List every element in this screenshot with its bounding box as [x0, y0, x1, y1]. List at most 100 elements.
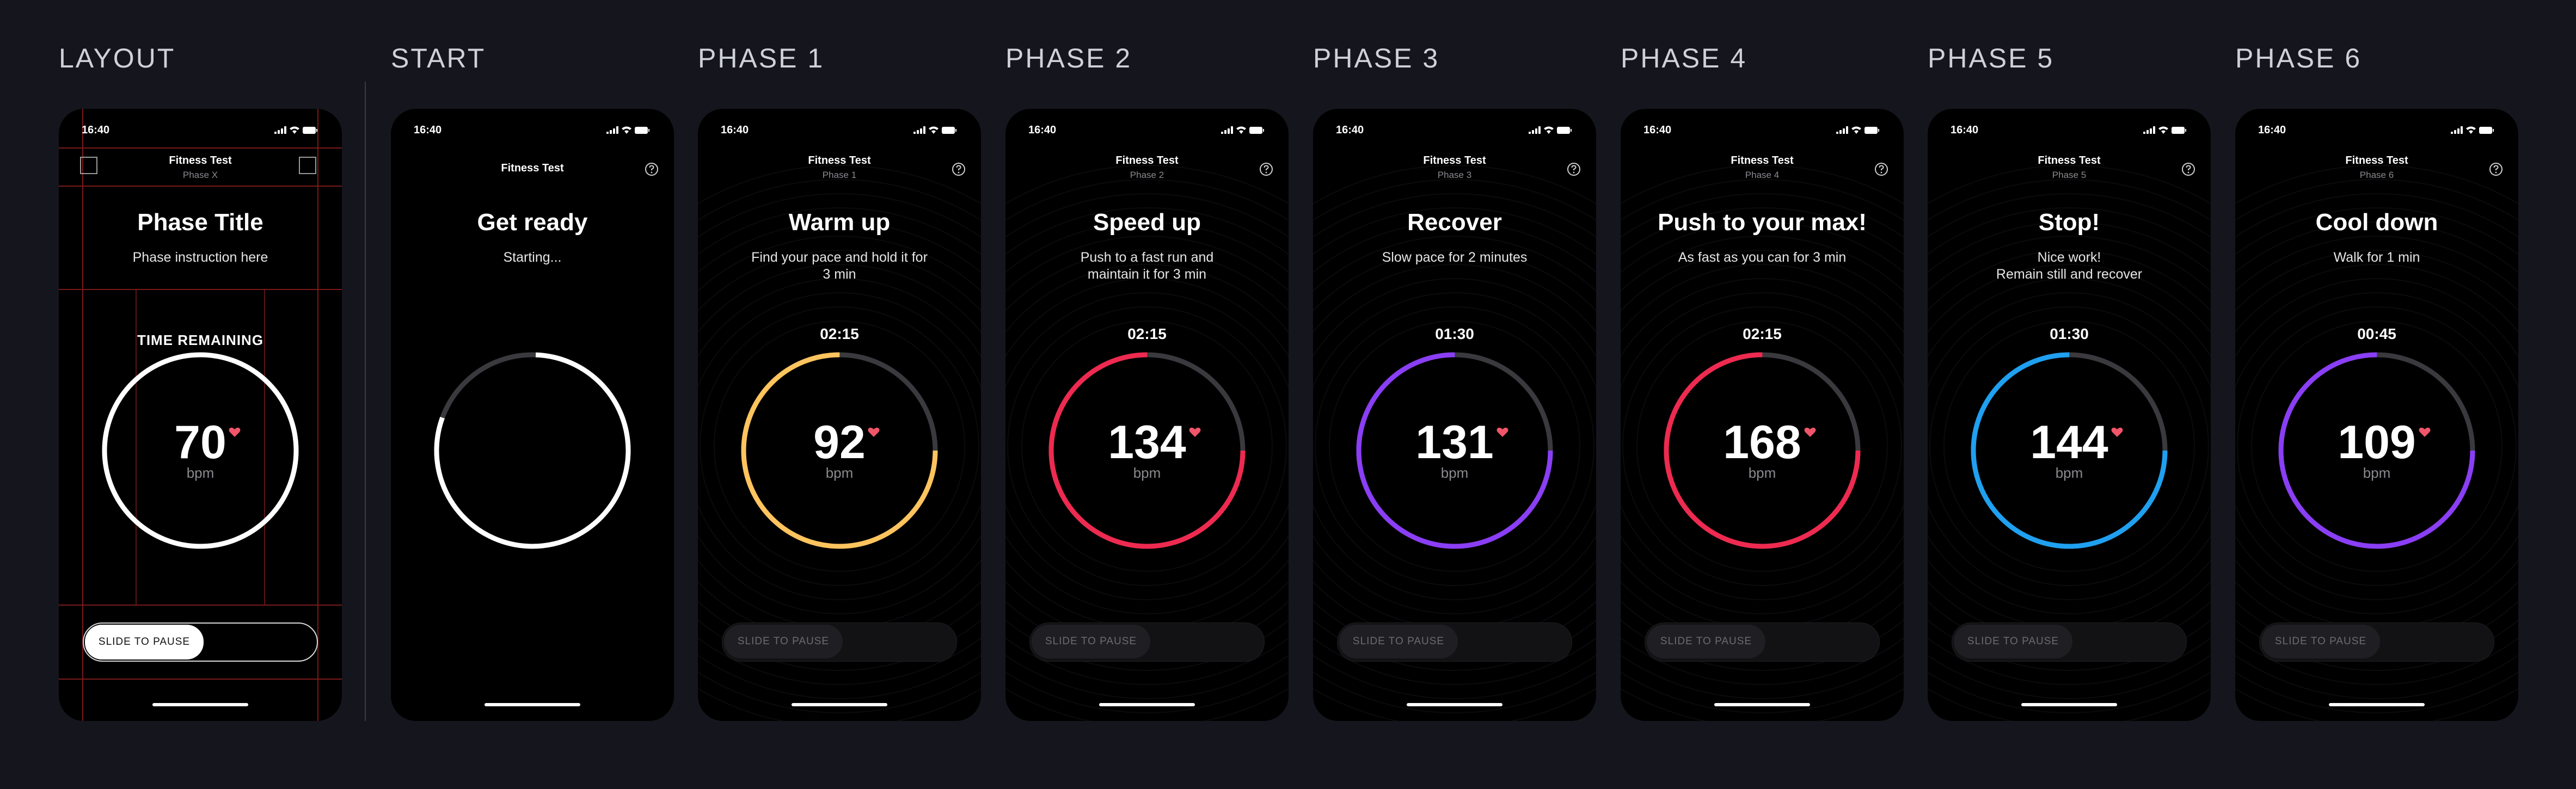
heart-rate-unit: bpm	[2363, 465, 2391, 481]
status-icons	[913, 126, 956, 134]
heart-rate-value: 144	[2030, 416, 2108, 469]
slide-to-pause-knob[interactable]: SLIDE TO PAUSE	[1954, 625, 2072, 658]
nav-subtitle: Phase 2	[1130, 170, 1164, 180]
heart-rate-unit: bpm	[1133, 465, 1161, 481]
slide-to-pause-knob[interactable]: SLIDE TO PAUSE	[1647, 625, 1765, 658]
nav-title: Fitness Test	[1731, 155, 1794, 167]
heart-rate-value: 70	[174, 416, 226, 469]
battery-icon	[303, 127, 317, 134]
wifi-icon	[929, 126, 939, 134]
home-indicator[interactable]	[2021, 703, 2117, 706]
slide-to-pause-knob[interactable]: SLIDE TO PAUSE	[724, 625, 843, 658]
status-icons	[2451, 126, 2494, 134]
nav-title: Fitness Test	[808, 155, 871, 167]
help-icon[interactable]	[1567, 162, 1581, 176]
nav-title: Fitness Test	[2038, 155, 2101, 167]
phone-screen-start: 16:40 Fitness Test Get ready Starting...	[391, 109, 674, 721]
signal-icon	[2143, 126, 2155, 134]
signal-icon	[2451, 126, 2463, 134]
help-icon[interactable]	[952, 162, 966, 176]
status-time: 16:40	[1951, 124, 1979, 136]
help-icon[interactable]	[645, 162, 659, 176]
phase-title: Stop!	[2038, 209, 2100, 236]
status-time: 16:40	[2258, 124, 2286, 136]
column-label: PHASE 1	[698, 43, 825, 73]
battery-icon	[1557, 127, 1572, 134]
slide-to-pause-control[interactable]: SLIDE TO PAUSE	[2259, 622, 2494, 662]
time-remaining-label: TIME REMAINING	[137, 332, 264, 348]
status-time: 16:40	[1336, 124, 1364, 136]
slide-to-pause-knob[interactable]: SLIDE TO PAUSE	[1032, 625, 1150, 658]
wifi-icon	[290, 126, 299, 134]
home-indicator[interactable]	[792, 703, 887, 706]
wifi-icon	[1236, 126, 1246, 134]
signal-icon	[1221, 126, 1233, 134]
status-time: 16:40	[1643, 124, 1672, 136]
phase-title: Recover	[1407, 209, 1502, 236]
battery-icon	[1864, 127, 1879, 134]
help-icon[interactable]	[2181, 162, 2195, 176]
wifi-icon	[2466, 126, 2476, 134]
help-icon[interactable]	[2489, 162, 2503, 176]
phase-title: Phase Title	[137, 209, 263, 236]
status-icons	[1529, 126, 1572, 134]
phase-instruction: Starting...	[503, 250, 562, 265]
heart-rate-unit: bpm	[186, 465, 214, 481]
home-indicator[interactable]	[152, 703, 248, 706]
home-indicator[interactable]	[484, 703, 580, 706]
status-icons	[1221, 126, 1264, 134]
heart-rate-value: 92	[813, 416, 866, 469]
battery-icon	[2172, 127, 2186, 134]
slide-to-pause-knob[interactable]: SLIDE TO PAUSE	[1339, 625, 1458, 658]
phone-screen-phase: 16:40 Fitness Test Phase 6 Cool down Walk fo…	[2235, 109, 2518, 721]
heart-rate-unit: bpm	[2055, 465, 2083, 481]
home-indicator[interactable]	[1099, 703, 1195, 706]
battery-icon	[942, 127, 956, 134]
signal-icon	[606, 126, 618, 134]
heart-icon	[2419, 427, 2431, 437]
heart-icon	[229, 427, 241, 437]
column-label: PHASE 3	[1313, 43, 1440, 73]
column-label: PHASE 6	[2235, 43, 2362, 73]
slide-to-pause-control[interactable]: SLIDE TO PAUSE	[1952, 622, 2187, 662]
help-icon[interactable]	[1259, 162, 1273, 176]
slide-to-pause-control[interactable]: SLIDE TO PAUSE	[1337, 622, 1572, 662]
slide-to-pause-knob[interactable]: SLIDE TO PAUSE	[85, 625, 204, 659]
phase-instruction: Phase instruction here	[132, 250, 268, 265]
column-label: PHASE 2	[1005, 43, 1132, 73]
status-time: 16:40	[1028, 124, 1057, 136]
heart-icon	[1496, 427, 1508, 437]
heart-rate-value: 168	[1723, 416, 1801, 469]
phase-title: Speed up	[1093, 209, 1201, 236]
heart-icon	[868, 427, 880, 437]
nav-subtitle: Phase 1	[822, 170, 857, 180]
battery-icon	[2479, 127, 2494, 134]
slide-to-pause-control[interactable]: SLIDE TO PAUSE	[722, 622, 957, 662]
phone-screen-phase: 16:40 Fitness Test Phase 5 Stop! Nice work! …	[1928, 109, 2211, 721]
phase-instruction: As fast as you can for 3 min	[1678, 250, 1847, 265]
column-label: LAYOUT	[59, 43, 176, 73]
column-label: PHASE 5	[1928, 43, 2054, 73]
status-time: 16:40	[721, 124, 749, 136]
slide-to-pause-control[interactable]: SLIDE TO PAUSE	[1029, 622, 1265, 662]
column-label: PHASE 4	[1621, 43, 1747, 73]
heart-rate-value: 131	[1415, 416, 1494, 469]
phase-instruction: Slow pace for 2 minutes	[1382, 250, 1528, 265]
slide-to-pause-control[interactable]: SLIDE TO PAUSE	[83, 622, 318, 662]
slide-to-pause-knob[interactable]: SLIDE TO PAUSE	[2261, 625, 2380, 658]
status-time: 16:40	[82, 124, 110, 136]
home-indicator[interactable]	[2329, 703, 2425, 706]
heart-rate-unit: bpm	[825, 465, 854, 481]
phase-instruction: Nice work! Remain still and recover	[1996, 250, 2143, 282]
phase-title: Get ready	[477, 209, 588, 236]
nav-subtitle: Phase 4	[1745, 170, 1780, 180]
slide-to-pause-control[interactable]: SLIDE TO PAUSE	[1645, 622, 1880, 662]
signal-icon	[913, 126, 925, 134]
countdown-timer: 02:15	[1127, 325, 1167, 342]
phone-screen-layout: 16:40 Fitness Test Phase X Phase Title Phase…	[59, 109, 342, 721]
phone-screen-phase: 16:40 Fitness Test Phase 1 Warm up Find your…	[698, 109, 981, 721]
help-icon[interactable]	[1874, 162, 1888, 176]
home-indicator[interactable]	[1714, 703, 1810, 706]
wifi-icon	[1851, 126, 1861, 134]
home-indicator[interactable]	[1407, 703, 1502, 706]
